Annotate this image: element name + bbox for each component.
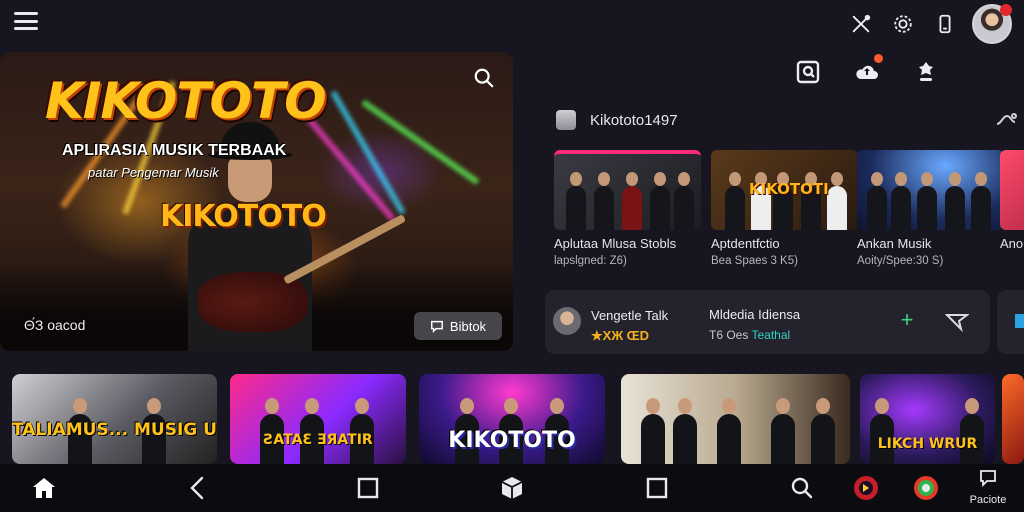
cloud-upload-icon[interactable] [847, 54, 887, 90]
strip-tile[interactable]: TALIAMUS... MUSIG UOS [12, 374, 217, 464]
add-icon[interactable]: + [897, 309, 917, 331]
app-icon-1[interactable] [846, 470, 886, 506]
profile-icon [556, 110, 576, 130]
strip-tile[interactable] [621, 374, 850, 464]
row-subtitle: T6 Oes Teathal [709, 328, 790, 342]
card-title: Ano [1000, 236, 1024, 251]
featured-row-next[interactable] [997, 290, 1024, 354]
featured-row[interactable]: Vengetle Talk ★XЖ ŒD Mldedia Idiensa T6 … [545, 290, 990, 354]
menu-icon[interactable] [14, 10, 38, 32]
quick-actions [788, 54, 946, 90]
hero-subtagline: patar Pengemar Musik [88, 165, 219, 180]
card-title: Ankan Musik [857, 236, 932, 251]
row-name: Vengetle Talk [591, 308, 669, 323]
tile-label: TALIAMUS... MUSIG UOS [12, 420, 217, 440]
square-icon[interactable] [348, 470, 388, 506]
row-rating: ★XЖ ŒD [591, 328, 650, 343]
strip-tile[interactable]: LIKCH WRUR [860, 374, 995, 464]
notification-dot [874, 54, 883, 63]
search-icon[interactable] [782, 470, 822, 506]
music-card[interactable]: KIKOTOTI Aptdentfctio Bea Spaes 3 K5) [711, 150, 858, 267]
cards-row: Aplutaa Mlusa Stobls lapslgned: Z6) KIKO… [554, 150, 1024, 275]
card-thumbnail [554, 150, 701, 230]
nav-label: Paciote [969, 494, 1007, 506]
row-subtitle-accent: Teathal [751, 328, 791, 342]
square-icon[interactable] [637, 470, 677, 506]
tools-icon[interactable] [840, 6, 882, 42]
row-title: Mldedia Idiensa [709, 307, 801, 322]
hero-logo: KIKOTOTO [45, 72, 327, 130]
chat-icon [430, 320, 443, 333]
card-title: Aplutaa Mlusa Stobls [554, 236, 677, 251]
phone-icon[interactable] [924, 6, 966, 42]
card-thumbnail [857, 150, 1004, 230]
card-subtitle: Aoity/Spee:30 S) [857, 255, 944, 267]
tile-label: KIKOTOTO [448, 428, 576, 453]
card-subtitle: Bea Spaes 3 K5) [711, 255, 798, 267]
share-icon[interactable] [945, 310, 969, 332]
music-card[interactable]: Ano [1000, 150, 1024, 255]
bell-pin-icon[interactable] [906, 54, 946, 90]
hero-brand-text: KIKOTOTO [160, 199, 327, 234]
app-icon-2[interactable] [906, 470, 946, 506]
card-title: Aptdentfctio [711, 236, 780, 251]
scan-icon[interactable] [788, 54, 828, 90]
more-icon[interactable] [994, 110, 1018, 130]
card-subtitle: lapslgned: Z6) [554, 255, 627, 267]
section-title: Kikototo1497 [590, 111, 678, 129]
home-icon[interactable] [24, 470, 64, 506]
section-header: Kikototo1497 [556, 106, 1024, 134]
card-thumbnail [1000, 150, 1024, 230]
hero-banner[interactable]: KIKOTOTO APLIRASIA MUSIK TERBAAK patar P… [0, 52, 513, 351]
strip-tile[interactable]: KIKOTOTO [419, 374, 605, 464]
hero-tagline: APLIRASIA MUSIK TERBAAK [62, 142, 287, 159]
tile-label: ƧATAƐ ƎЯATIR [263, 432, 373, 448]
chat-icon [980, 470, 996, 488]
row-subtitle-prefix: T6 Oes [709, 328, 752, 342]
tag-icon [1015, 314, 1024, 328]
music-card[interactable]: Aplutaa Mlusa Stobls lapslgned: Z6) [554, 150, 701, 267]
hero-pill-label: Bibtok [449, 318, 487, 334]
back-icon[interactable] [178, 470, 218, 506]
notification-badge [1000, 4, 1012, 16]
hero-pill-button[interactable]: Bibtok [414, 312, 502, 340]
avatar [553, 307, 581, 335]
strip-tile[interactable]: ƧATAƐ ƎЯATIR [230, 374, 406, 464]
cube-icon[interactable] [492, 470, 532, 506]
hero-caption: Θ́З oacod [24, 317, 86, 333]
top-icons [840, 4, 1012, 44]
strip-tile[interactable] [1002, 374, 1024, 464]
nav-item-profile[interactable]: Paciote [958, 468, 1018, 510]
avatar[interactable] [972, 4, 1012, 44]
bottom-nav: Paciote [0, 464, 1024, 512]
music-card[interactable]: Ankan Musik Aoity/Spee:30 S) [857, 150, 1004, 267]
top-bar [0, 0, 1024, 44]
thumbnail-strip: TALIAMUS... MUSIG UOS ƧATAƐ ƎЯATIR KIKOT… [0, 368, 1024, 464]
card-thumbnail: KIKOTOTI [711, 150, 858, 230]
tile-label: LIKCH WRUR [877, 436, 978, 452]
search-icon[interactable] [468, 62, 500, 94]
settings-icon[interactable] [882, 6, 924, 42]
